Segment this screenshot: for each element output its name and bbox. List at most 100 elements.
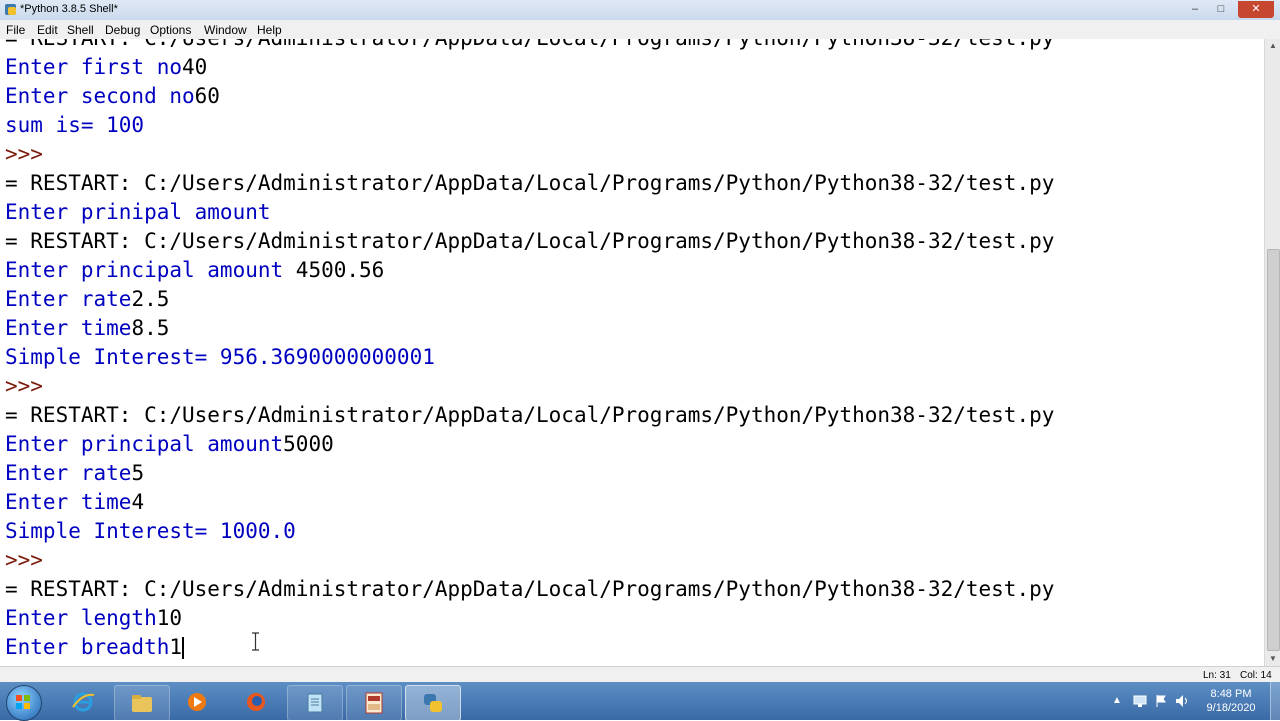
title-bar: *Python 3.8.5 Shell* – □ ✕ — [0, 0, 1280, 21]
program-output: Enter time — [5, 316, 132, 340]
tray-flag-icon[interactable] — [1154, 694, 1168, 708]
user-input: 40 — [182, 55, 208, 79]
program-output: Enter rate — [5, 287, 132, 311]
taskbar-explorer[interactable] — [114, 685, 170, 721]
program-output: Enter breadth — [5, 635, 170, 659]
menu-window[interactable]: Window — [204, 23, 247, 37]
shell-line: sum is= 100 — [5, 111, 144, 140]
shell-line: Enter length10 — [5, 604, 182, 633]
start-button[interactable] — [6, 685, 42, 721]
menu-options[interactable]: Options — [150, 23, 191, 37]
shell-line: Enter breadth1 — [5, 633, 185, 662]
ibeam-cursor-icon — [252, 632, 259, 651]
restart-banner: = RESTART: C:/Users/Administrator/AppDat… — [5, 403, 1055, 427]
taskbar-media-player[interactable] — [170, 685, 224, 719]
shell-line: = RESTART: C:/Users/Administrator/AppDat… — [5, 169, 1054, 198]
shell-line: Enter first no40 — [5, 53, 207, 82]
shell-line: >>> — [5, 546, 43, 575]
firefox-icon — [247, 693, 265, 711]
program-output: Enter principal amount — [5, 258, 296, 282]
shell-line: Enter principal amount 4500.56 — [5, 256, 384, 285]
system-clock[interactable]: 8:48 PM 9/18/2020 — [1196, 687, 1266, 715]
program-output: Enter length — [5, 606, 157, 630]
user-input: 60 — [194, 84, 220, 108]
shell-line: Enter principal amount5000 — [5, 430, 334, 459]
menu-shell[interactable]: Shell — [67, 23, 94, 37]
program-output: Enter first no — [5, 55, 183, 79]
restart-banner: = RESTART: C:/Users/Administrator/AppDat… — [5, 577, 1055, 601]
shell-line: = RESTART: C:/Users/Administrator/AppDat… — [5, 39, 1054, 53]
media-player-icon — [188, 693, 206, 711]
scroll-up-icon[interactable]: ▲ — [1265, 39, 1280, 53]
status-bar: Ln: 31 Col: 14 — [0, 666, 1280, 683]
menu-file[interactable]: File — [6, 23, 25, 37]
user-input: 2.5 — [131, 287, 170, 311]
tally-erp-icon — [365, 692, 383, 714]
taskbar-ie[interactable] — [56, 685, 110, 719]
scrollbar-thumb[interactable] — [1267, 249, 1280, 651]
tray-volume-icon[interactable] — [1175, 694, 1189, 708]
shell-prompt: >>> — [5, 142, 43, 166]
shell-line: = RESTART: C:/Users/Administrator/AppDat… — [5, 575, 1054, 604]
shell-line: Enter time8.5 — [5, 314, 169, 343]
shell-line: >>> — [5, 140, 43, 169]
shell-line: = RESTART: C:/Users/Administrator/AppDat… — [5, 227, 1054, 256]
user-input: 10 — [156, 606, 183, 630]
taskbar-firefox[interactable] — [229, 685, 283, 719]
program-output: Simple Interest= 1000.0 — [5, 519, 296, 543]
show-desktop-button[interactable] — [1270, 682, 1280, 720]
scroll-down-icon[interactable]: ▼ — [1265, 652, 1280, 666]
restart-banner: = RESTART: C:/Users/Administrator/AppDat… — [5, 171, 1055, 195]
taskbar-tally[interactable] — [346, 685, 402, 721]
python-idle-icon — [424, 694, 442, 712]
user-input: 5 — [131, 461, 145, 485]
shell-text-area[interactable]: = RESTART: C:/Users/Administrator/AppDat… — [0, 39, 1264, 666]
user-input: 8.5 — [131, 316, 170, 340]
shell-prompt: >>> — [5, 548, 43, 572]
vertical-scrollbar[interactable]: ▲ ▼ — [1264, 39, 1280, 666]
restart-banner: = RESTART: C:/Users/Administrator/AppDat… — [5, 229, 1055, 253]
program-output: Enter time — [5, 490, 132, 514]
program-output: Enter second no — [5, 84, 195, 108]
window-title: *Python 3.8.5 Shell* — [20, 3, 118, 15]
clock-time: 8:48 PM — [1210, 688, 1252, 700]
shell-line: Simple Interest= 956.3690000000001 — [5, 343, 435, 372]
notepad-icon — [307, 693, 323, 713]
windows-logo-icon — [16, 695, 30, 709]
program-output: Enter rate — [5, 461, 132, 485]
taskbar-python-idle[interactable] — [405, 685, 461, 721]
shell-line: Enter second no60 — [5, 82, 220, 111]
maximize-button[interactable]: □ — [1209, 1, 1233, 18]
shell-line: >>> — [5, 372, 43, 401]
menu-debug[interactable]: Debug — [105, 23, 140, 37]
taskbar: ▲ 8:48 PM 9/18/2020 — [0, 682, 1280, 721]
program-output: Enter prinipal amount — [5, 200, 271, 224]
user-input: 4500.56 — [295, 258, 385, 282]
shell-line: Enter rate2.5 — [5, 285, 169, 314]
clock-date: 9/18/2020 — [1206, 702, 1256, 714]
minimize-button[interactable]: – — [1183, 1, 1207, 18]
user-input: 1 — [169, 635, 183, 659]
taskbar-notepad[interactable] — [287, 685, 343, 721]
status-column: Col: 14 — [1240, 670, 1272, 681]
program-output: Enter principal amount — [5, 432, 284, 456]
user-input: 5000 — [283, 432, 334, 456]
close-button[interactable]: ✕ — [1238, 1, 1274, 18]
restart-banner: = RESTART: C:/Users/Administrator/AppDat… — [5, 39, 1054, 50]
shell-line: Enter prinipal amount — [5, 198, 271, 227]
text-caret — [182, 637, 185, 659]
user-input: 4 — [131, 490, 145, 514]
shell-line: = RESTART: C:/Users/Administrator/AppDat… — [5, 401, 1054, 430]
program-output: Simple Interest= 956.3690000000001 — [5, 345, 435, 369]
shell-line: Enter time4 — [5, 488, 144, 517]
status-line: Ln: 31 — [1203, 670, 1231, 681]
ie-icon — [72, 692, 95, 712]
shell-prompt: >>> — [5, 374, 43, 398]
shell-line: Enter rate5 — [5, 459, 144, 488]
tray-expand-icon[interactable]: ▲ — [1112, 695, 1122, 706]
menu-help[interactable]: Help — [257, 23, 282, 37]
menu-edit[interactable]: Edit — [37, 23, 58, 37]
tray-network-icon[interactable] — [1133, 694, 1147, 708]
file-explorer-icon — [132, 695, 152, 712]
program-output: sum is= 100 — [5, 113, 145, 137]
